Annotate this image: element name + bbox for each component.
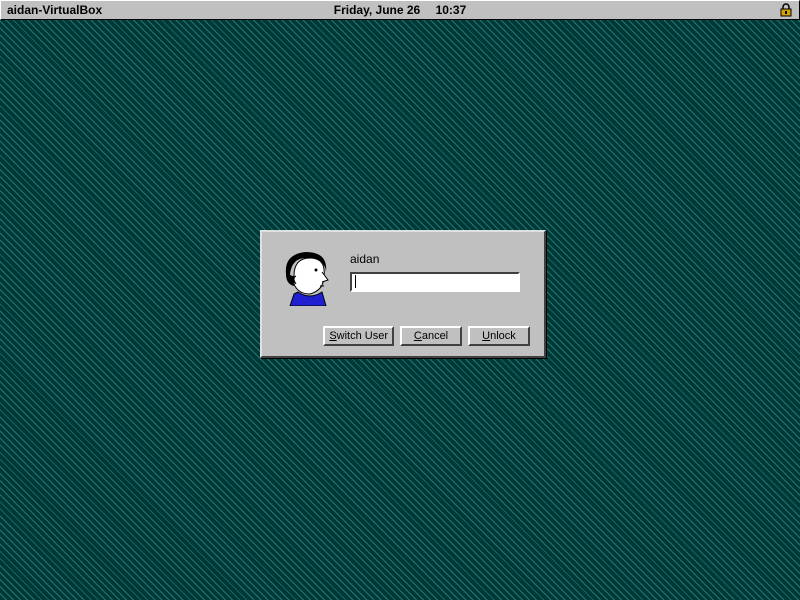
text-caret	[355, 275, 356, 288]
cancel-rest: ancel	[422, 330, 448, 342]
credentials-area: aidan	[350, 246, 530, 292]
password-field-wrap	[350, 272, 520, 292]
cancel-button[interactable]: Cancel	[400, 326, 462, 346]
hostname-label: aidan-VirtualBox	[7, 3, 102, 17]
unlock-dialog: aidan Switch User Cancel Unlock	[260, 230, 546, 358]
unlock-mnemonic: U	[482, 330, 490, 342]
date-label: Friday, June 26	[334, 3, 420, 17]
password-input[interactable]	[350, 272, 520, 292]
desktop-background: aidan Switch User Cancel Unlock	[0, 20, 800, 600]
user-avatar-icon	[276, 246, 336, 306]
switch-user-button[interactable]: Switch User	[323, 326, 394, 346]
switch-user-mnemonic: S	[329, 330, 336, 342]
lock-icon[interactable]	[779, 3, 793, 17]
user-row: aidan	[276, 246, 530, 306]
switch-user-rest: witch User	[337, 330, 388, 342]
top-menubar: aidan-VirtualBox Friday, June 26 10:37	[0, 0, 800, 20]
unlock-button[interactable]: Unlock	[468, 326, 530, 346]
dialog-button-row: Switch User Cancel Unlock	[276, 326, 530, 346]
time-label: 10:37	[436, 3, 467, 17]
clock-area: Friday, June 26 10:37	[334, 3, 467, 17]
cancel-mnemonic: C	[414, 330, 422, 342]
username-label: aidan	[350, 252, 530, 266]
unlock-rest: nlock	[490, 330, 516, 342]
